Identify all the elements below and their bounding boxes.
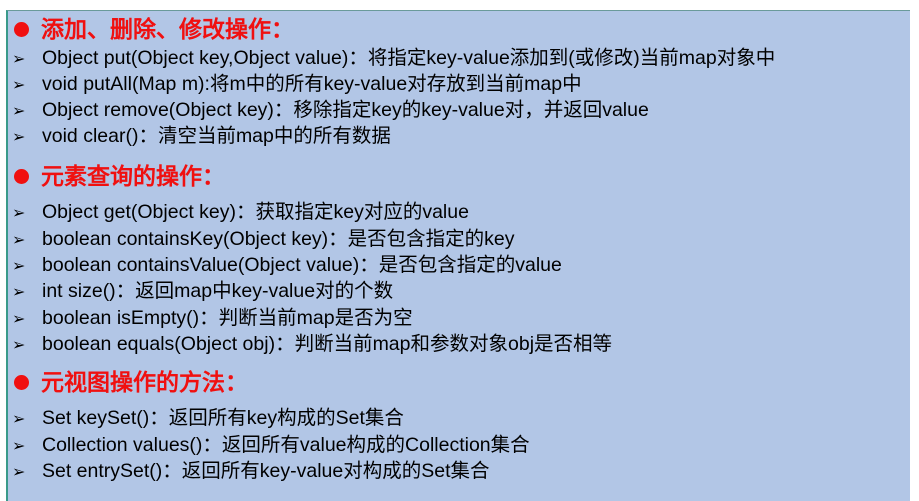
- arrow-bullet-icon: ➢: [12, 103, 26, 120]
- list-item: ➢ Collection values()：返回所有value构成的Collect…: [12, 433, 530, 459]
- item-text: void putAll(Map m):将m中的所有key-value对存放到当前…: [42, 73, 582, 95]
- section-heading: 添加、删除、修改操作：: [14, 16, 294, 44]
- item-text: Object put(Object key,Object value)：将指定k…: [42, 47, 776, 69]
- item-text: Object remove(Object key)：移除指定key的key-va…: [42, 99, 649, 121]
- list-item: ➢ Set keySet()：返回所有key构成的Set集合: [12, 406, 404, 432]
- item-text: Set entrySet()：返回所有key-value对构成的Set集合: [42, 460, 490, 482]
- item-text: Object get(Object key)：获取指定key对应的value: [42, 201, 469, 223]
- list-item: ➢ Set entrySet()：返回所有key-value对构成的Set集合: [12, 459, 490, 485]
- section-heading: 元视图操作的方法：: [14, 369, 248, 397]
- item-text: Set keySet()：返回所有key构成的Set集合: [42, 407, 404, 429]
- arrow-bullet-icon: ➢: [12, 258, 26, 275]
- arrow-bullet-icon: ➢: [12, 51, 26, 68]
- arrow-bullet-icon: ➢: [12, 284, 26, 301]
- red-dot-icon: [14, 168, 29, 184]
- section-heading: 元素查询的操作：: [14, 163, 225, 191]
- list-item: ➢ void clear()：清空当前map中的所有数据: [12, 124, 391, 150]
- arrow-bullet-icon: ➢: [12, 438, 26, 455]
- arrow-bullet-icon: ➢: [12, 411, 26, 428]
- list-item: ➢ boolean equals(Object obj)：判断当前map和参数对象…: [12, 332, 612, 358]
- item-text: boolean containsKey(Object key)：是否包含指定的k…: [42, 228, 515, 250]
- red-dot-icon: [14, 374, 29, 390]
- list-item: ➢ boolean containsValue(Object value)：是否包…: [12, 253, 562, 279]
- list-item: ➢ Object get(Object key)：获取指定key对应的value: [12, 200, 469, 226]
- item-text: boolean equals(Object obj)：判断当前map和参数对象o…: [42, 333, 613, 355]
- arrow-bullet-icon: ➢: [12, 232, 26, 249]
- slide-title-strip: [0, 0, 919, 10]
- list-item: ➢ boolean containsKey(Object key)：是否包含指定的…: [12, 227, 515, 253]
- list-item: ➢ Object remove(Object key)：移除指定key的key-v…: [12, 98, 649, 124]
- list-item: ➢ void putAll(Map m):将m中的所有key-value对存放到当…: [12, 72, 582, 98]
- arrow-bullet-icon: ➢: [12, 464, 26, 481]
- arrow-bullet-icon: ➢: [12, 205, 26, 222]
- arrow-bullet-icon: ➢: [12, 129, 26, 146]
- list-item: ➢ int size()：返回map中key-value对的个数: [12, 279, 393, 305]
- section-title: 元素查询的操作：: [41, 163, 225, 190]
- arrow-bullet-icon: ➢: [12, 337, 26, 354]
- section-title: 元视图操作的方法：: [41, 369, 248, 396]
- section-title: 添加、删除、修改操作：: [41, 16, 294, 43]
- item-text: int size()：返回map中key-value对的个数: [42, 280, 394, 302]
- list-item: ➢ Object put(Object key,Object value)：将指定…: [12, 46, 775, 72]
- item-text: boolean containsValue(Object value)：是否包含…: [42, 254, 562, 276]
- item-text: void clear()：清空当前map中的所有数据: [42, 125, 391, 147]
- arrow-bullet-icon: ➢: [12, 77, 26, 94]
- arrow-bullet-icon: ➢: [12, 311, 26, 328]
- red-dot-icon: [14, 21, 29, 37]
- item-text: boolean isEmpty()：判断当前map是否为空: [42, 307, 413, 329]
- item-text: Collection values()：返回所有value构成的Collecti…: [42, 434, 530, 456]
- list-item: ➢ boolean isEmpty()：判断当前map是否为空: [12, 306, 413, 332]
